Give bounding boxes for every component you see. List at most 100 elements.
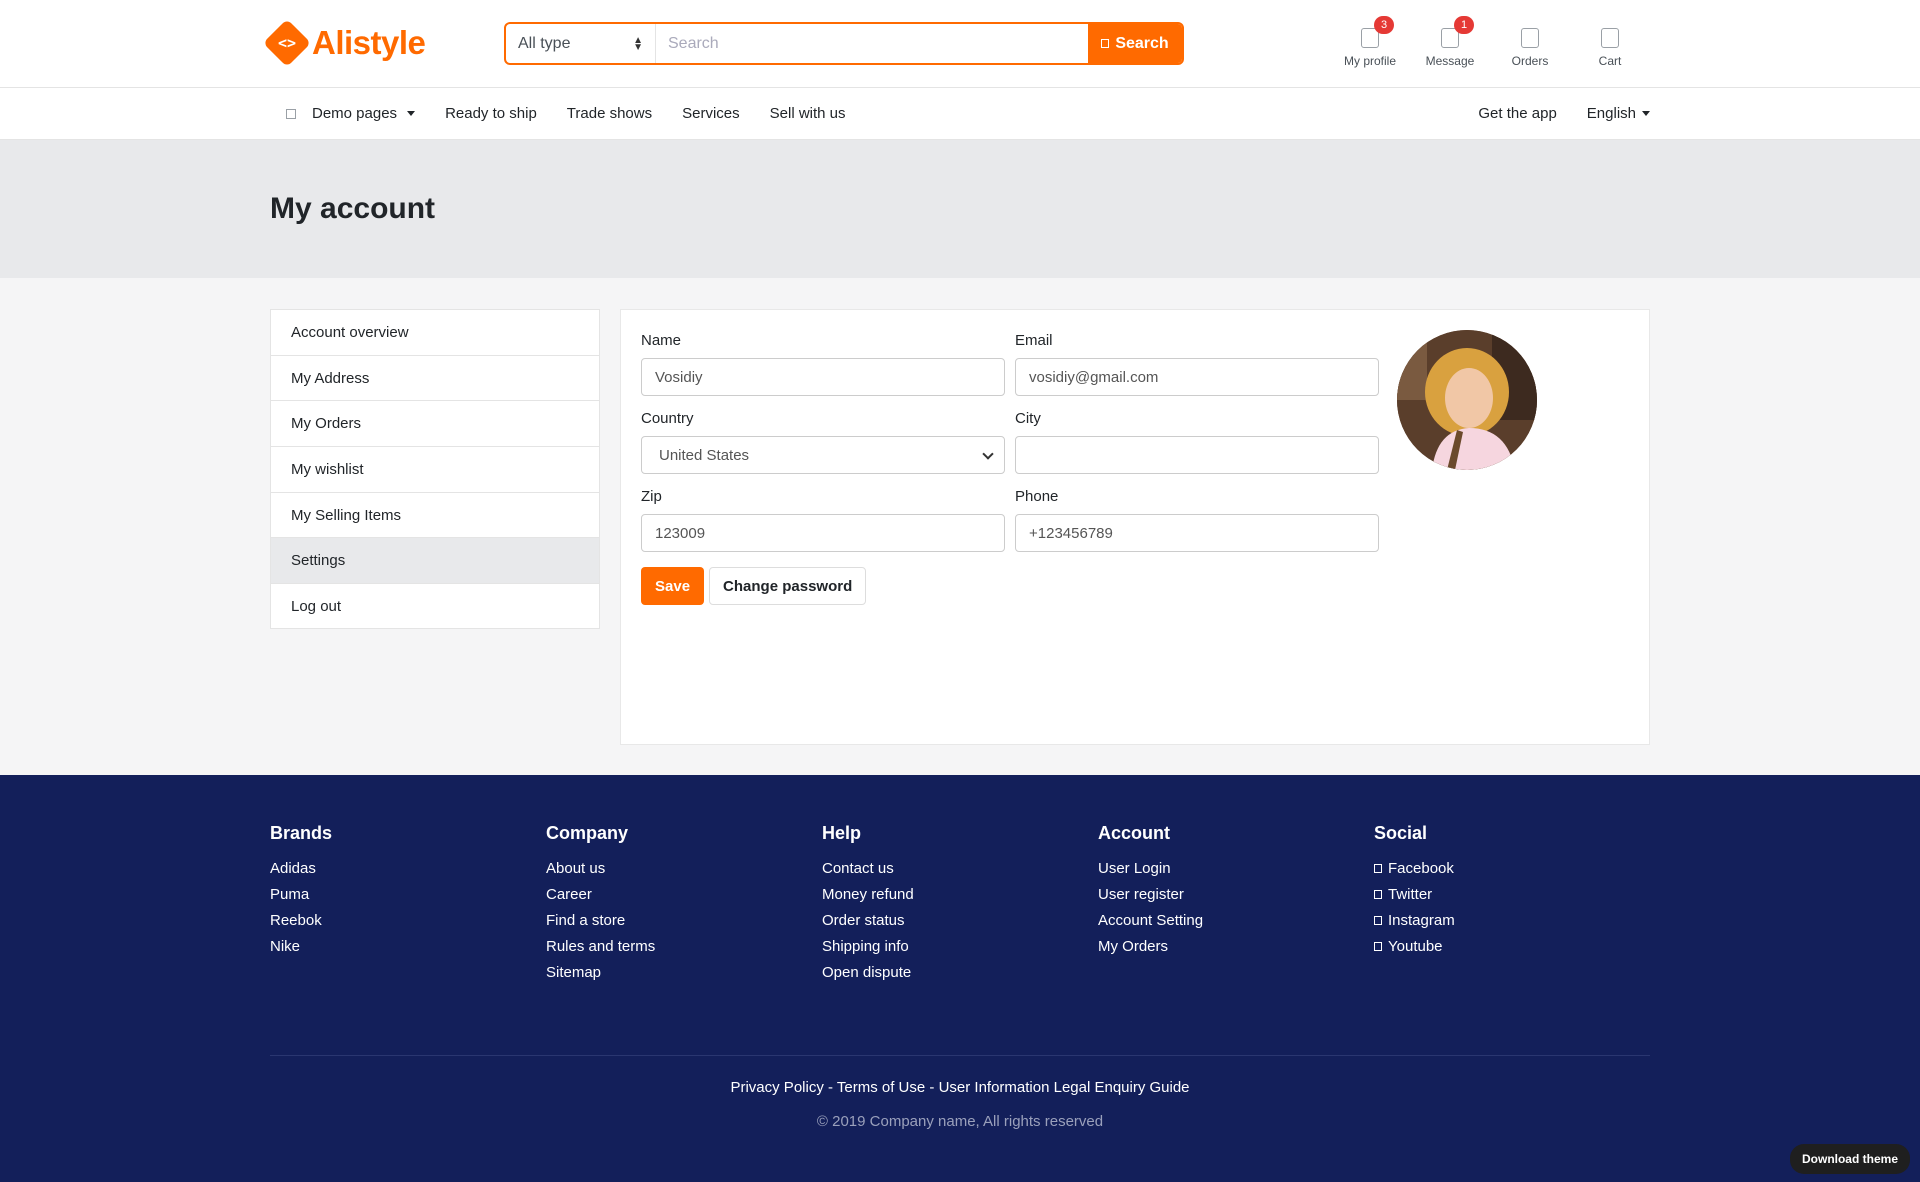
footer-link[interactable]: My Orders xyxy=(1098,938,1374,955)
sidebar-item-my-wishlist[interactable]: My wishlist xyxy=(271,447,599,493)
footer-link[interactable]: Open dispute xyxy=(822,964,1098,981)
site-footer: Brands Adidas Puma Reebok Nike Company A… xyxy=(0,775,1920,1182)
footer-link-youtube[interactable]: Youtube xyxy=(1374,938,1650,955)
site-header: <> Alistyle All type ▲ ▼ Search Search 3 … xyxy=(0,0,1920,88)
widget-cart[interactable]: Cart xyxy=(1570,24,1650,68)
cart-icon xyxy=(1601,28,1619,48)
orders-icon xyxy=(1521,28,1539,48)
search-type-select[interactable]: All type ▲ ▼ xyxy=(506,24,656,63)
language-select[interactable]: English xyxy=(1572,88,1650,140)
widget-orders[interactable]: Orders xyxy=(1490,24,1570,68)
footer-col-help: Help Contact us Money refund Order statu… xyxy=(822,823,1098,1055)
footer-col-brands: Brands Adidas Puma Reebok Nike xyxy=(270,823,546,1055)
sidebar-item-account-overview[interactable]: Account overview xyxy=(271,310,599,356)
search-bar: All type ▲ ▼ Search Search xyxy=(504,22,1184,65)
brand-name: Alistyle xyxy=(312,24,426,61)
city-field[interactable] xyxy=(1015,436,1379,474)
youtube-icon xyxy=(1374,942,1382,951)
menu-icon xyxy=(286,108,296,119)
settings-form: Name Vosidiy Email vosidiy@gmail.com Cou… xyxy=(641,330,1381,564)
footer-heading: Account xyxy=(1098,823,1170,843)
footer-bottom: Privacy Policy - Terms of Use - User Inf… xyxy=(270,1056,1650,1130)
header-widgets: 3 My profile 1 Message Orders Cart xyxy=(1330,16,1650,68)
email-field[interactable]: vosidiy@gmail.com xyxy=(1015,358,1379,396)
nav-get-the-app[interactable]: Get the app xyxy=(1462,88,1571,140)
widget-my-profile[interactable]: 3 My profile xyxy=(1330,16,1410,68)
twitter-icon xyxy=(1374,890,1382,899)
caret-down-icon xyxy=(407,111,416,116)
footer-link[interactable]: Order status xyxy=(822,912,1098,929)
footer-link[interactable]: Puma xyxy=(270,886,546,903)
country-label: Country xyxy=(641,410,694,427)
nav-trade-shows[interactable]: Trade shows xyxy=(552,88,667,140)
nav-demo-pages[interactable]: Demo pages xyxy=(270,88,430,140)
footer-link[interactable]: Account Setting xyxy=(1098,912,1374,929)
main-nav: Demo pages Ready to ship Trade shows Ser… xyxy=(0,88,1920,140)
footer-link[interactable]: Rules and terms xyxy=(546,938,822,955)
footer-heading: Company xyxy=(546,823,629,843)
brand-logo[interactable]: <> Alistyle xyxy=(262,18,426,68)
form-actions: Save Change password xyxy=(641,567,1629,605)
widget-message[interactable]: 1 Message xyxy=(1410,16,1490,68)
footer-link[interactable]: User Login xyxy=(1098,860,1374,877)
avatar-image xyxy=(1397,330,1537,470)
country-select[interactable]: United States xyxy=(641,436,1005,474)
footer-link-twitter[interactable]: Twitter xyxy=(1374,886,1650,903)
footer-link[interactable]: Nike xyxy=(270,938,546,955)
footer-col-social: Social Facebook Twitter Instagram Youtub… xyxy=(1374,823,1650,1055)
change-password-button[interactable]: Change password xyxy=(709,567,867,605)
footer-heading: Help xyxy=(822,823,862,843)
select-arrows-icon: ▲ ▼ xyxy=(633,34,643,53)
sidebar-item-settings[interactable]: Settings xyxy=(271,538,599,585)
settings-card: Name Vosidiy Email vosidiy@gmail.com Cou… xyxy=(620,309,1650,745)
nav-ready-to-ship[interactable]: Ready to ship xyxy=(430,88,552,140)
account-main: Account overview My Address My Orders My… xyxy=(0,278,1920,775)
footer-link[interactable]: About us xyxy=(546,860,822,877)
name-field[interactable]: Vosidiy xyxy=(641,358,1005,396)
page-title: My account xyxy=(270,192,436,225)
footer-link[interactable]: Career xyxy=(546,886,822,903)
search-button[interactable]: Search xyxy=(1088,24,1182,63)
footer-link[interactable]: Reebok xyxy=(270,912,546,929)
phone-field[interactable]: +123456789 xyxy=(1015,514,1379,552)
zip-field[interactable]: 123009 xyxy=(641,514,1005,552)
footer-heading: Brands xyxy=(270,823,333,843)
footer-link[interactable]: Sitemap xyxy=(546,964,822,981)
footer-link-instagram[interactable]: Instagram xyxy=(1374,912,1650,929)
email-label: Email xyxy=(1015,332,1053,349)
footer-link[interactable]: Find a store xyxy=(546,912,822,929)
sidebar-item-my-selling-items[interactable]: My Selling Items xyxy=(271,493,599,539)
caret-down-icon xyxy=(1642,111,1650,116)
footer-col-account: Account User Login User register Account… xyxy=(1098,823,1374,1055)
footer-link-facebook[interactable]: Facebook xyxy=(1374,860,1650,877)
footer-link[interactable]: Shipping info xyxy=(822,938,1098,955)
instagram-icon xyxy=(1374,916,1382,925)
legal-links[interactable]: Privacy Policy - Terms of Use - User Inf… xyxy=(270,1079,1650,1096)
nav-sell-with-us[interactable]: Sell with us xyxy=(755,88,861,140)
page-header: My account xyxy=(0,140,1920,278)
city-label: City xyxy=(1015,410,1041,427)
footer-link[interactable]: User register xyxy=(1098,886,1374,903)
nav-services[interactable]: Services xyxy=(667,88,755,140)
name-label: Name xyxy=(641,332,682,349)
footer-link[interactable]: Contact us xyxy=(822,860,1098,877)
sidebar-item-log-out[interactable]: Log out xyxy=(271,584,599,630)
search-icon xyxy=(1101,39,1110,48)
save-button[interactable]: Save xyxy=(641,567,705,605)
footer-heading: Social xyxy=(1374,823,1428,843)
profile-badge: 3 xyxy=(1374,16,1394,34)
logo-icon: <> xyxy=(262,18,312,68)
zip-label: Zip xyxy=(641,488,662,505)
footer-link[interactable]: Money refund xyxy=(822,886,1098,903)
sidebar-item-my-address[interactable]: My Address xyxy=(271,356,599,402)
phone-label: Phone xyxy=(1015,488,1059,505)
footer-col-company: Company About us Career Find a store Rul… xyxy=(546,823,822,1055)
message-badge: 1 xyxy=(1454,16,1474,34)
download-theme-button[interactable]: Download theme xyxy=(1789,1144,1910,1174)
avatar xyxy=(1397,330,1537,470)
sidebar-item-my-orders[interactable]: My Orders xyxy=(271,401,599,448)
footer-link[interactable]: Adidas xyxy=(270,860,546,877)
copyright: © 2019 Company name, All rights reserved xyxy=(816,1113,1104,1130)
search-input[interactable]: Search xyxy=(656,24,1088,63)
account-sidebar: Account overview My Address My Orders My… xyxy=(270,309,600,629)
